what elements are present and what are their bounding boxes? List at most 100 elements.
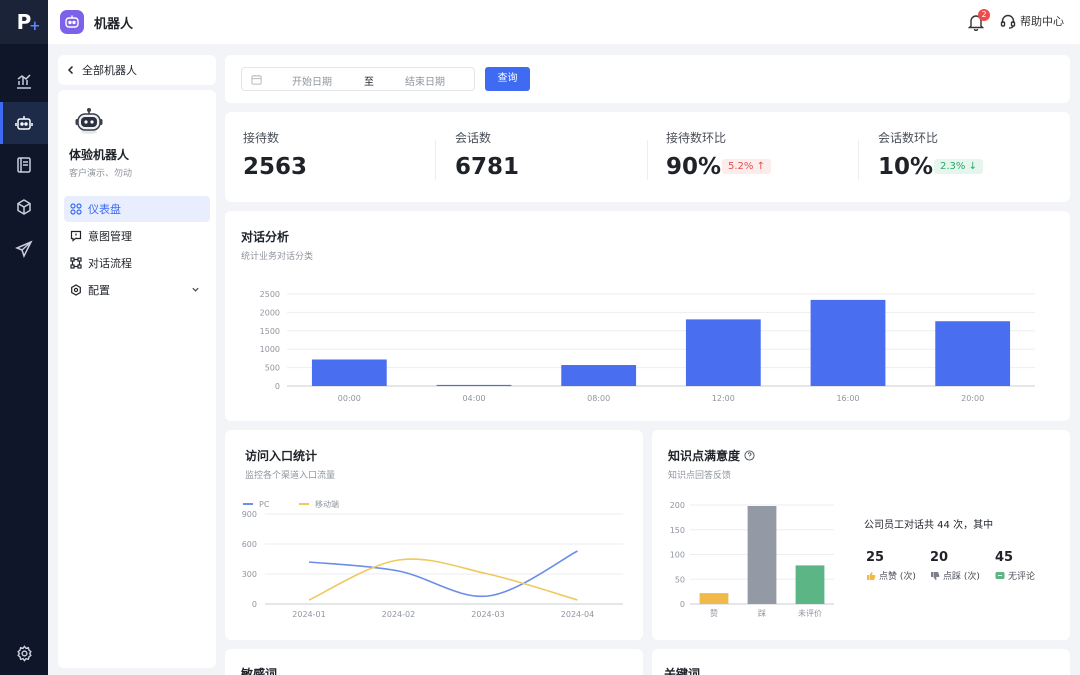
dashboard-icon [70,203,82,215]
x-tick-label: 2024-01 [292,610,325,619]
bar [311,359,387,386]
change-up-badge: 5.2% ↑ [722,159,771,174]
card-title: 敏感词 [241,667,278,675]
y-tick-label: 0 [275,382,280,391]
flow-icon [70,257,82,269]
knowledge-summary: 公司员工对话共 44 次，其中 [864,520,994,531]
book-icon[interactable] [0,144,48,186]
stat-label: 接待数 [243,131,280,145]
headset-icon [1000,14,1016,29]
bar [810,299,886,386]
stat-label: 接待数环比 [666,131,727,145]
dialog-analysis-card: 对话分析 统计业务对话分类 0 500 1000 1500 2000 2500 00:00 0… [225,211,1070,421]
menu-item-flow[interactable]: 对话流程 [64,250,210,276]
no-comment-label: 无评论 [1008,572,1036,582]
change-down-badge: 2.3% ↓ [934,159,983,174]
stats-panel: 接待数 2563 会话数 6781 接待数环比 90% 5.2% ↑ 会话数环比… [225,112,1070,202]
no-comment-value: 45 [995,550,1014,565]
legend-label: PC [259,500,270,509]
arrow-down-icon: ↓ [968,161,977,172]
app-logo[interactable]: P + [0,0,48,44]
like-count: 25 点赞 (次) [866,550,916,582]
robot-description: 客户演示、勿动 [69,169,133,179]
bar [685,319,761,386]
start-date-input[interactable]: 开始日期 [292,73,332,88]
analytics-icon[interactable] [0,60,48,102]
bar [935,321,1011,386]
dislike-value: 20 [930,550,949,565]
menu-item-label: 意图管理 [88,230,132,243]
settings-gear-icon[interactable] [0,632,48,674]
bar [795,565,825,604]
help-center-link[interactable]: 帮助中心 [1000,13,1064,29]
arrow-up-icon: ↑ [756,161,765,172]
cube-icon[interactable] [0,186,48,228]
top-bar: 机器人 2 帮助中心 [48,0,1080,44]
robot-name: 体验机器人 [69,148,130,162]
bar [436,384,512,386]
stat-value: 90% [666,154,722,180]
legend-label: 移动端 [315,499,339,509]
chevron-left-icon [67,65,74,75]
robot-avatar-icon [74,106,104,140]
bar [747,505,777,604]
calendar-icon [251,74,262,85]
x-tick-label: 赞 [710,608,718,618]
robot-nav-icon[interactable] [0,102,48,144]
date-separator: 至 [364,77,374,88]
query-button[interactable]: 查询 [485,67,530,91]
robot-side-panel: 体验机器人 客户演示、勿动 仪表盘 意图管理 对话流程 配置 [58,90,216,668]
y-tick-label: 200 [670,501,685,510]
bar [699,593,729,604]
stat-label: 会话数环比 [878,131,939,145]
chevron-down-icon [192,287,199,292]
intent-icon [70,230,82,242]
y-tick-label: 100 [670,551,685,560]
like-label: 点赞 (次) [879,572,916,582]
menu-item-dashboard[interactable]: 仪表盘 [64,196,210,222]
y-tick-label: 600 [242,540,257,549]
y-tick-label: 1500 [260,327,280,336]
comment-icon [995,571,1005,579]
back-label: 全部机器人 [82,64,137,77]
x-tick-label: 2024-03 [471,610,504,619]
send-icon[interactable] [0,228,48,270]
left-rail: P + [0,0,48,675]
divider [435,140,436,180]
divider [858,140,859,180]
robot-app-icon [60,10,84,34]
dialog-analysis-chart: 0 500 1000 1500 2000 2500 00:00 04:00 08:00 12:00… [260,290,1035,403]
menu-item-label: 仪表盘 [88,203,121,216]
stat-value: 2563 [243,154,308,180]
x-tick-label: 踩 [758,608,766,618]
x-tick-label: 2024-04 [561,610,594,619]
like-value: 25 [866,550,885,565]
y-tick-label: 150 [670,526,685,535]
settings-icon [71,284,81,296]
card-title: 关键词 [664,667,701,675]
date-range-picker[interactable]: 开始日期 至 结束日期 [241,67,475,91]
y-tick-label: 300 [242,570,257,579]
x-tick-label: 08:00 [587,394,610,403]
help-center-label: 帮助中心 [1020,15,1064,28]
dislike-label: 点踩 (次) [943,572,980,582]
menu-item-config[interactable]: 配置 [64,277,210,303]
thumbs-down-icon [931,571,940,580]
menu-item-intent[interactable]: 意图管理 [64,223,210,249]
bar [561,365,637,386]
menu-item-label: 配置 [88,284,110,297]
y-tick-label: 0 [252,600,257,609]
sensitive-words-card: 敏感词 [225,649,643,675]
knowledge-satisfaction-chart: 0 50 100 150 200 赞 踩 未评价 [670,501,834,618]
divider [647,140,648,180]
y-tick-label: 1000 [260,345,280,354]
y-tick-label: 0 [680,600,685,609]
stat-label: 会话数 [455,131,492,145]
date-filter-bar: 开始日期 至 结束日期 查询 [225,55,1070,103]
back-to-all-robots[interactable]: 全部机器人 [58,55,216,85]
end-date-input[interactable]: 结束日期 [405,73,445,88]
x-tick-label: 未评价 [798,608,822,618]
dislike-count: 20 点踩 (次) [930,550,980,582]
y-tick-label: 2500 [260,290,280,299]
x-tick-label: 20:00 [961,394,984,403]
